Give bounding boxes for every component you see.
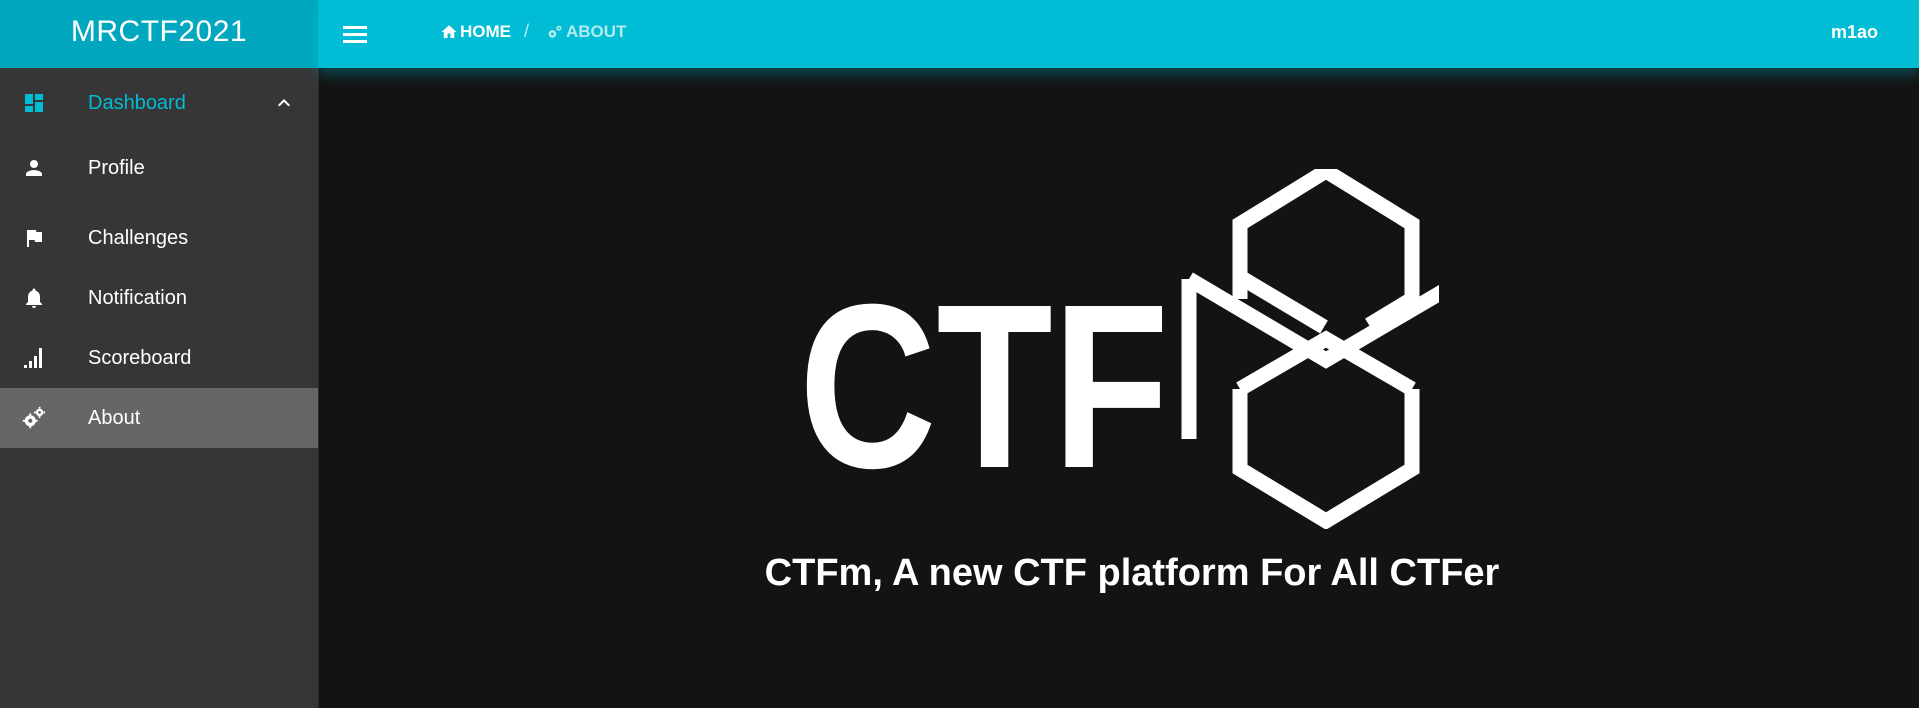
sidebar-item-dashboard[interactable]: Dashboard	[0, 75, 318, 131]
app: MRCTF2021 Dashboard Profile Challenges N…	[0, 0, 1919, 708]
chevron-up-icon[interactable]	[272, 91, 296, 115]
signal-bars-icon	[21, 345, 47, 371]
gears-icon	[21, 405, 47, 431]
breadcrumb-home[interactable]: HOME	[440, 22, 511, 42]
sidebar-item-label: Notification	[88, 286, 187, 309]
sidebar-item-label: Scoreboard	[88, 346, 192, 369]
home-icon	[441, 25, 457, 38]
bell-icon	[21, 285, 47, 311]
sidebar-item-profile[interactable]: Profile	[0, 140, 318, 196]
breadcrumb-about-label: ABOUT	[566, 22, 627, 41]
person-icon	[21, 155, 47, 181]
breadcrumb-separator: /	[524, 21, 530, 41]
tagline: CTFm, A new CTF platform For All CTFer	[764, 552, 1500, 594]
sidebar-item-challenges[interactable]: Challenges	[0, 210, 318, 266]
dashboard-icon	[21, 90, 47, 116]
menu-icon[interactable]	[341, 21, 369, 47]
sidebar-item-label: Dashboard	[88, 91, 186, 114]
breadcrumb-home-label: HOME	[460, 22, 511, 41]
sidebar-item-about[interactable]: About	[0, 388, 318, 448]
sidebar-item-notification[interactable]: Notification	[0, 270, 318, 326]
sidebar-item-scoreboard[interactable]: Scoreboard	[0, 330, 318, 386]
flag-icon	[21, 225, 47, 251]
sidebar-item-label: Profile	[88, 156, 145, 179]
breadcrumb-about[interactable]: ABOUT	[546, 22, 626, 42]
brand-title: MRCTF2021	[0, 0, 318, 68]
sidebar-item-label: Challenges	[88, 226, 189, 249]
main-content: CTF CTFm, A new CTF platform For All CTF…	[319, 68, 1919, 708]
sidebar: MRCTF2021 Dashboard Profile Challenges N…	[0, 0, 319, 708]
sidebar-item-label: About	[88, 406, 141, 429]
topbar: HOME / ABOUT m1ao	[318, 0, 1919, 68]
ctfm-logo: CTF	[799, 169, 1439, 529]
logo-text: CTF	[799, 256, 1169, 518]
gears-icon	[548, 25, 562, 38]
user-menu[interactable]: m1ao	[1831, 22, 1878, 43]
